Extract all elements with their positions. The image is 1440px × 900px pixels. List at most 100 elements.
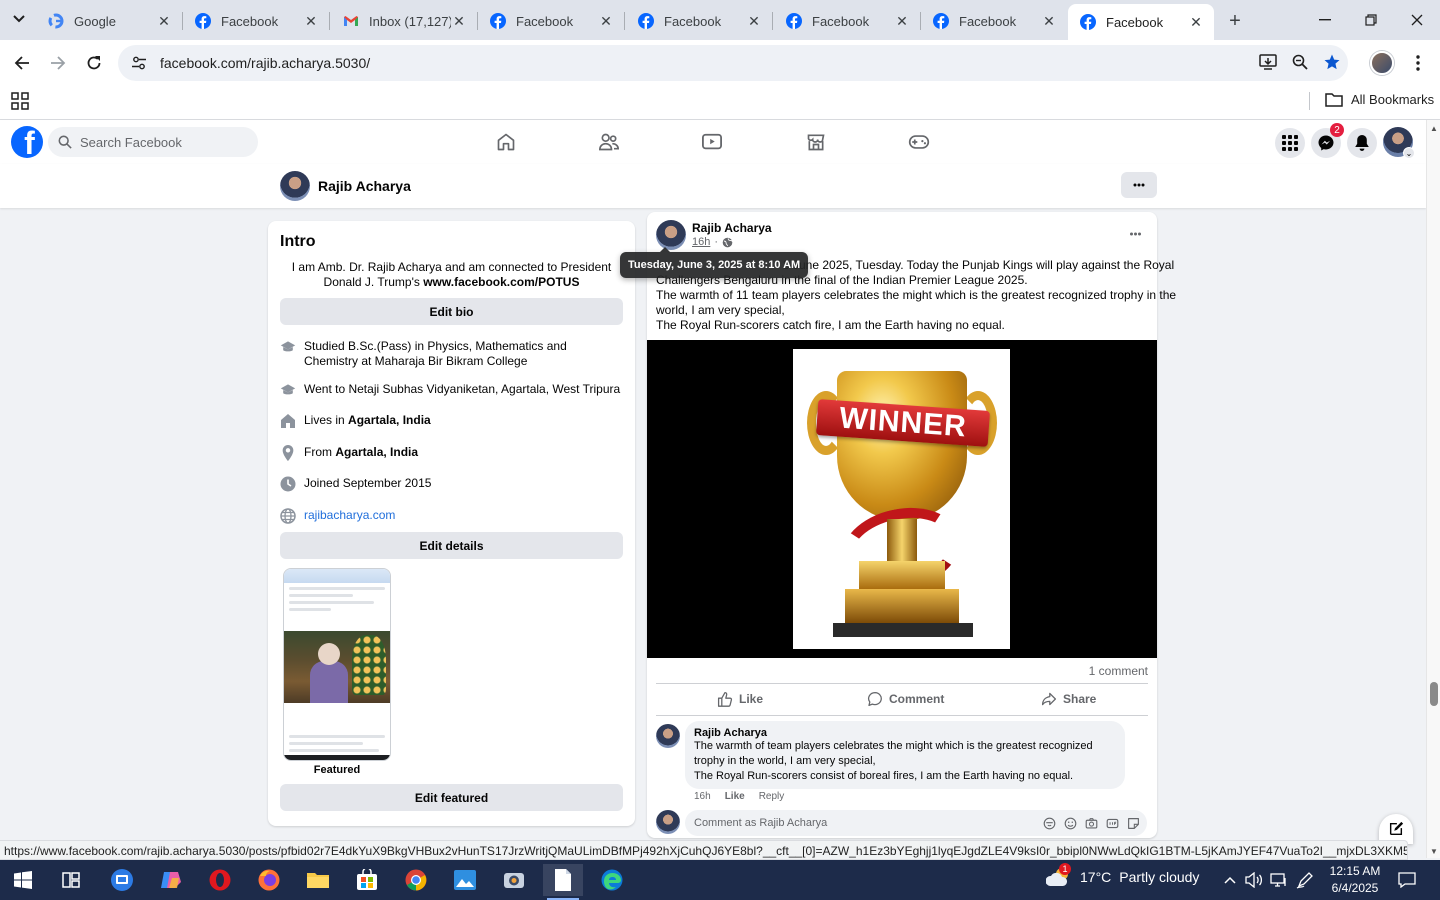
emoji-icon[interactable] [1063,816,1078,831]
gif-icon[interactable] [1105,816,1120,831]
nav-gaming[interactable] [906,129,932,155]
scroll-up-arrow[interactable]: ▲ [1430,124,1438,133]
site-info-button[interactable] [124,48,154,78]
taskbar-app-photos[interactable] [445,864,485,896]
edit-featured-button[interactable]: Edit featured [280,784,623,811]
close-tab-icon[interactable]: ✕ [746,13,762,29]
comment-time[interactable]: 16h [694,791,711,802]
close-tab-icon[interactable]: ✕ [303,13,319,29]
write-comment-box[interactable] [685,810,1147,836]
zoom-button[interactable] [1286,48,1314,76]
nav-home[interactable] [493,129,519,155]
close-tab-icon[interactable]: ✕ [894,13,910,29]
weather-widget[interactable]: 1 17°C Partly cloudy [1045,863,1199,888]
new-tab-button[interactable]: + [1222,8,1248,34]
facebook-search[interactable] [48,127,258,157]
reload-button[interactable] [79,48,109,78]
chrome-menu-button[interactable] [1404,48,1432,78]
tab-google[interactable]: Google ✕ [36,6,182,36]
notifications-button[interactable] [1347,128,1377,158]
pen-button[interactable] [1295,870,1315,890]
forward-button[interactable] [43,48,73,78]
profile-avatar[interactable] [280,171,310,201]
like-button[interactable]: Like [717,688,763,710]
nav-friends[interactable] [596,129,622,155]
camera-icon[interactable] [1084,816,1099,831]
task-view-button[interactable] [51,864,91,896]
nav-video[interactable] [699,129,725,155]
sticker-icon[interactable] [1126,816,1141,831]
close-tab-icon[interactable]: ✕ [1041,13,1057,29]
taskbar-app-copilot[interactable] [151,864,191,896]
public-globe-icon[interactable] [722,237,733,248]
edit-bio-button[interactable]: Edit bio [280,298,623,325]
close-tab-icon[interactable]: ✕ [1188,14,1204,30]
comment-count[interactable]: 1 comment [1089,664,1148,678]
address-bar[interactable]: facebook.com/rajib.acharya.5030/ [118,45,1348,81]
search-input[interactable] [80,134,240,150]
volume-button[interactable] [1244,870,1264,890]
tab-facebook[interactable]: Facebook ✕ [921,6,1067,36]
taskbar-app-chrome[interactable] [396,864,436,896]
intro-item-place[interactable]: Agartala, India [348,413,431,427]
tab-facebook[interactable]: Facebook ✕ [183,6,329,36]
tab-facebook[interactable]: Facebook ✕ [626,6,772,36]
scroll-down-arrow[interactable]: ▼ [1430,847,1438,856]
profile-name[interactable]: Rajib Acharya [318,178,411,194]
comment-button[interactable]: Comment [867,688,944,710]
page-scrollbar[interactable]: ▲ ▼ [1426,120,1440,858]
taskbar-app-store[interactable] [347,864,387,896]
menu-button[interactable] [1275,128,1305,158]
profile-more-button[interactable] [1121,172,1157,198]
post-author-name[interactable]: Rajib Acharya [692,221,772,235]
apps-grid-icon[interactable] [11,92,29,110]
tab-facebook-active[interactable]: Facebook ✕ [1068,4,1214,40]
start-button[interactable] [3,864,43,896]
intro-item-place[interactable]: Agartala, India [335,445,418,459]
facebook-logo[interactable]: f [11,126,43,158]
bio-link[interactable]: www.facebook.com/POTUS [423,275,579,289]
close-tab-icon[interactable]: ✕ [156,13,172,29]
post-timestamp[interactable]: 16h [692,236,710,248]
close-window-button[interactable] [1394,0,1440,40]
chrome-profile-avatar[interactable] [1370,51,1394,75]
taskbar-app-notepad[interactable] [543,864,583,900]
featured-story-thumbnail[interactable] [283,568,391,761]
taskbar-app-edge[interactable] [592,864,632,896]
tab-facebook[interactable]: Facebook ✕ [774,6,920,36]
all-bookmarks-button[interactable]: All Bookmarks [1325,92,1434,107]
taskbar-clock[interactable]: 12:15 AM 6/4/2025 [1322,863,1388,897]
avatar-sticker-icon[interactable] [1042,816,1057,831]
edit-details-button[interactable]: Edit details [280,532,623,559]
taskbar-app-remote[interactable] [102,864,142,896]
commenter-avatar[interactable] [656,724,680,748]
back-button[interactable] [7,48,37,78]
tab-facebook[interactable]: Facebook ✕ [478,6,624,36]
network-button[interactable] [1269,870,1289,890]
taskbar-app-camera[interactable] [494,864,534,896]
close-tab-icon[interactable]: ✕ [451,13,467,29]
tab-search-button[interactable] [6,6,32,32]
bookmark-star-button[interactable] [1318,48,1346,76]
scrollbar-thumb[interactable] [1430,682,1438,706]
tab-gmail[interactable]: Inbox (17,127) ✕ [331,6,477,36]
close-tab-icon[interactable]: ✕ [598,13,614,29]
comment-input[interactable] [694,817,1024,829]
taskbar-app-opera[interactable] [200,864,240,896]
taskbar-app-firefox[interactable] [249,864,289,896]
install-app-button[interactable] [1254,48,1282,76]
comment-reply-button[interactable]: Reply [759,791,785,802]
notification-center-button[interactable] [1396,870,1418,890]
post-options-button[interactable] [1123,224,1147,244]
taskbar-app-file-explorer[interactable] [298,864,338,896]
comment-like-button[interactable]: Like [725,791,745,802]
post-image[interactable]: WINNER [647,340,1157,658]
show-hidden-icons-button[interactable] [1220,870,1240,890]
nav-marketplace[interactable] [803,129,829,155]
share-button[interactable]: Share [1041,688,1096,710]
maximize-button[interactable] [1348,0,1394,40]
post-author-avatar[interactable] [656,220,686,250]
commenter-name[interactable]: Rajib Acharya [694,727,1116,739]
minimize-button[interactable] [1302,0,1348,40]
website-link[interactable]: rajibacharya.com [304,508,395,523]
